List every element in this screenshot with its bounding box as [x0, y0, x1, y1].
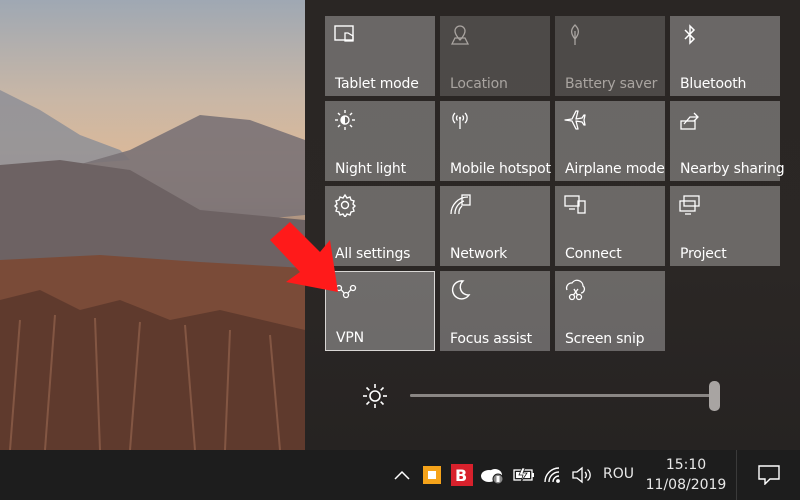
tile-label: Connect [565, 246, 622, 262]
red-arrow-annotation [268, 220, 358, 300]
tile-label: Airplane mode [565, 161, 665, 177]
bluetooth-icon [678, 23, 702, 47]
brightness-slider-thumb[interactable] [709, 381, 720, 411]
tile-network[interactable]: Network [440, 186, 550, 266]
chevron-up-icon[interactable] [392, 463, 412, 487]
nearby-sharing-icon [678, 108, 702, 132]
tile-label: Night light [335, 161, 406, 177]
tile-night-light[interactable]: Night light [325, 101, 435, 181]
brightness-icon [362, 383, 388, 409]
mobile-hotspot-icon [448, 108, 472, 132]
language-indicator[interactable]: ROU [603, 466, 634, 482]
tile-label: VPN [336, 330, 364, 346]
tile-label: Screen snip [565, 331, 645, 347]
connect-icon [563, 193, 587, 217]
desktop-wallpaper [0, 0, 305, 450]
clock-date: 11/08/2019 [645, 477, 727, 493]
airplane-icon [563, 108, 587, 132]
night-light-icon [333, 108, 357, 132]
tile-airplane-mode[interactable]: Airplane mode [555, 101, 665, 181]
tablet-mode-icon [333, 23, 357, 47]
bitdefender-icon[interactable]: B [450, 463, 474, 487]
taskbar: B ROU 15:10 11/08/2019 [0, 450, 800, 500]
clock[interactable]: 15:10 11/08/2019 [641, 455, 731, 495]
tile-label: Tablet mode [335, 76, 419, 92]
battery-saver-icon [563, 23, 587, 47]
gear-icon [333, 193, 357, 219]
wifi-icon[interactable] [542, 463, 564, 487]
tile-bluetooth[interactable]: Bluetooth [670, 16, 780, 96]
onedrive-icon[interactable] [480, 463, 504, 487]
tile-location[interactable]: Location [440, 16, 550, 96]
tile-label: Nearby sharing [680, 161, 785, 177]
brightness-slider-fill [410, 394, 716, 397]
orange-app-icon[interactable] [422, 463, 442, 487]
clock-time: 15:10 [665, 457, 707, 473]
tile-label: Mobile hotspot [450, 161, 551, 177]
tile-battery-saver[interactable]: Battery saver [555, 16, 665, 96]
notification-button[interactable] [736, 450, 800, 500]
svg-text:B: B [455, 466, 467, 485]
tile-label: Bluetooth [680, 76, 747, 92]
screen-snip-icon [563, 278, 587, 302]
moon-icon [448, 278, 472, 302]
project-icon [678, 193, 702, 217]
tile-focus-assist[interactable]: Focus assist [440, 271, 550, 351]
tile-tablet-mode[interactable]: Tablet mode [325, 16, 435, 96]
brightness-slider-track[interactable] [410, 394, 716, 397]
tile-connect[interactable]: Connect [555, 186, 665, 266]
tile-screen-snip[interactable]: Screen snip [555, 271, 665, 351]
tile-nearby-sharing[interactable]: Nearby sharing [670, 101, 785, 181]
tile-label: Location [450, 76, 508, 92]
location-icon [448, 23, 472, 47]
tile-label: Network [450, 246, 508, 262]
tile-label: Focus assist [450, 331, 532, 347]
tile-project[interactable]: Project [670, 186, 780, 266]
volume-icon[interactable] [570, 463, 594, 487]
tile-label: Project [680, 246, 727, 262]
tile-mobile-hotspot[interactable]: Mobile hotspot [440, 101, 551, 181]
notification-icon [758, 465, 780, 485]
network-icon [448, 193, 472, 217]
battery-icon[interactable] [512, 463, 536, 487]
tile-label: Battery saver [565, 76, 658, 92]
